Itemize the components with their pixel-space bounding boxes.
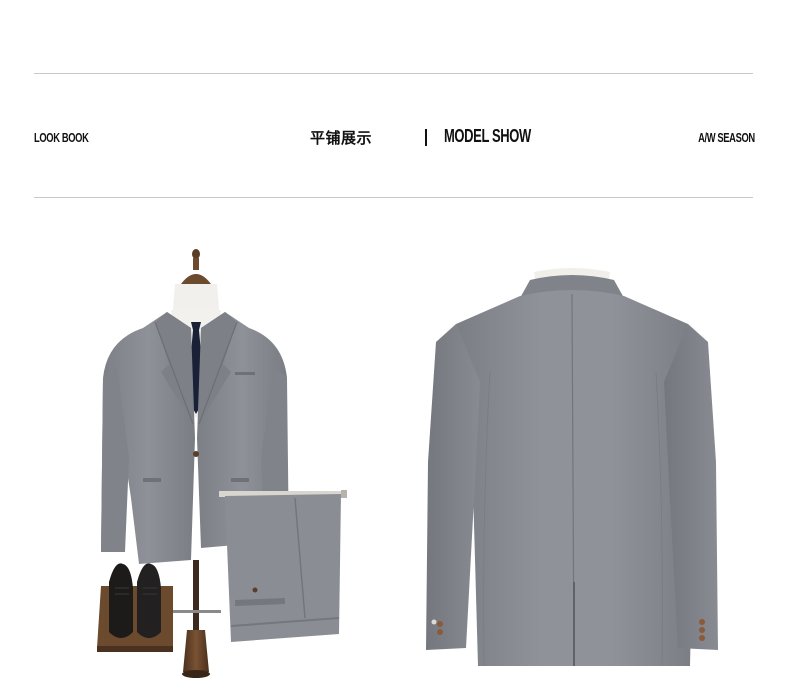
jacket-back-icon <box>426 268 718 667</box>
title-separator <box>425 129 427 146</box>
section-title: 平铺展示 MODEL SHOW <box>310 124 531 152</box>
section-title-chinese: 平铺展示 <box>310 129 373 147</box>
season-label: A/W SEASON <box>698 130 755 145</box>
back-view-suit-photo <box>420 262 720 672</box>
mannequin-suit-icon <box>97 249 347 678</box>
section-title-english: MODEL SHOW <box>444 126 531 146</box>
section-header: LOOK BOOK 平铺展示 MODEL SHOW A/W SEASON <box>34 124 755 152</box>
bottom-divider-line <box>34 197 753 198</box>
look-book-label: LOOK BOOK <box>34 130 89 145</box>
front-view-suit-photo <box>95 248 355 680</box>
top-divider-line <box>34 73 753 74</box>
